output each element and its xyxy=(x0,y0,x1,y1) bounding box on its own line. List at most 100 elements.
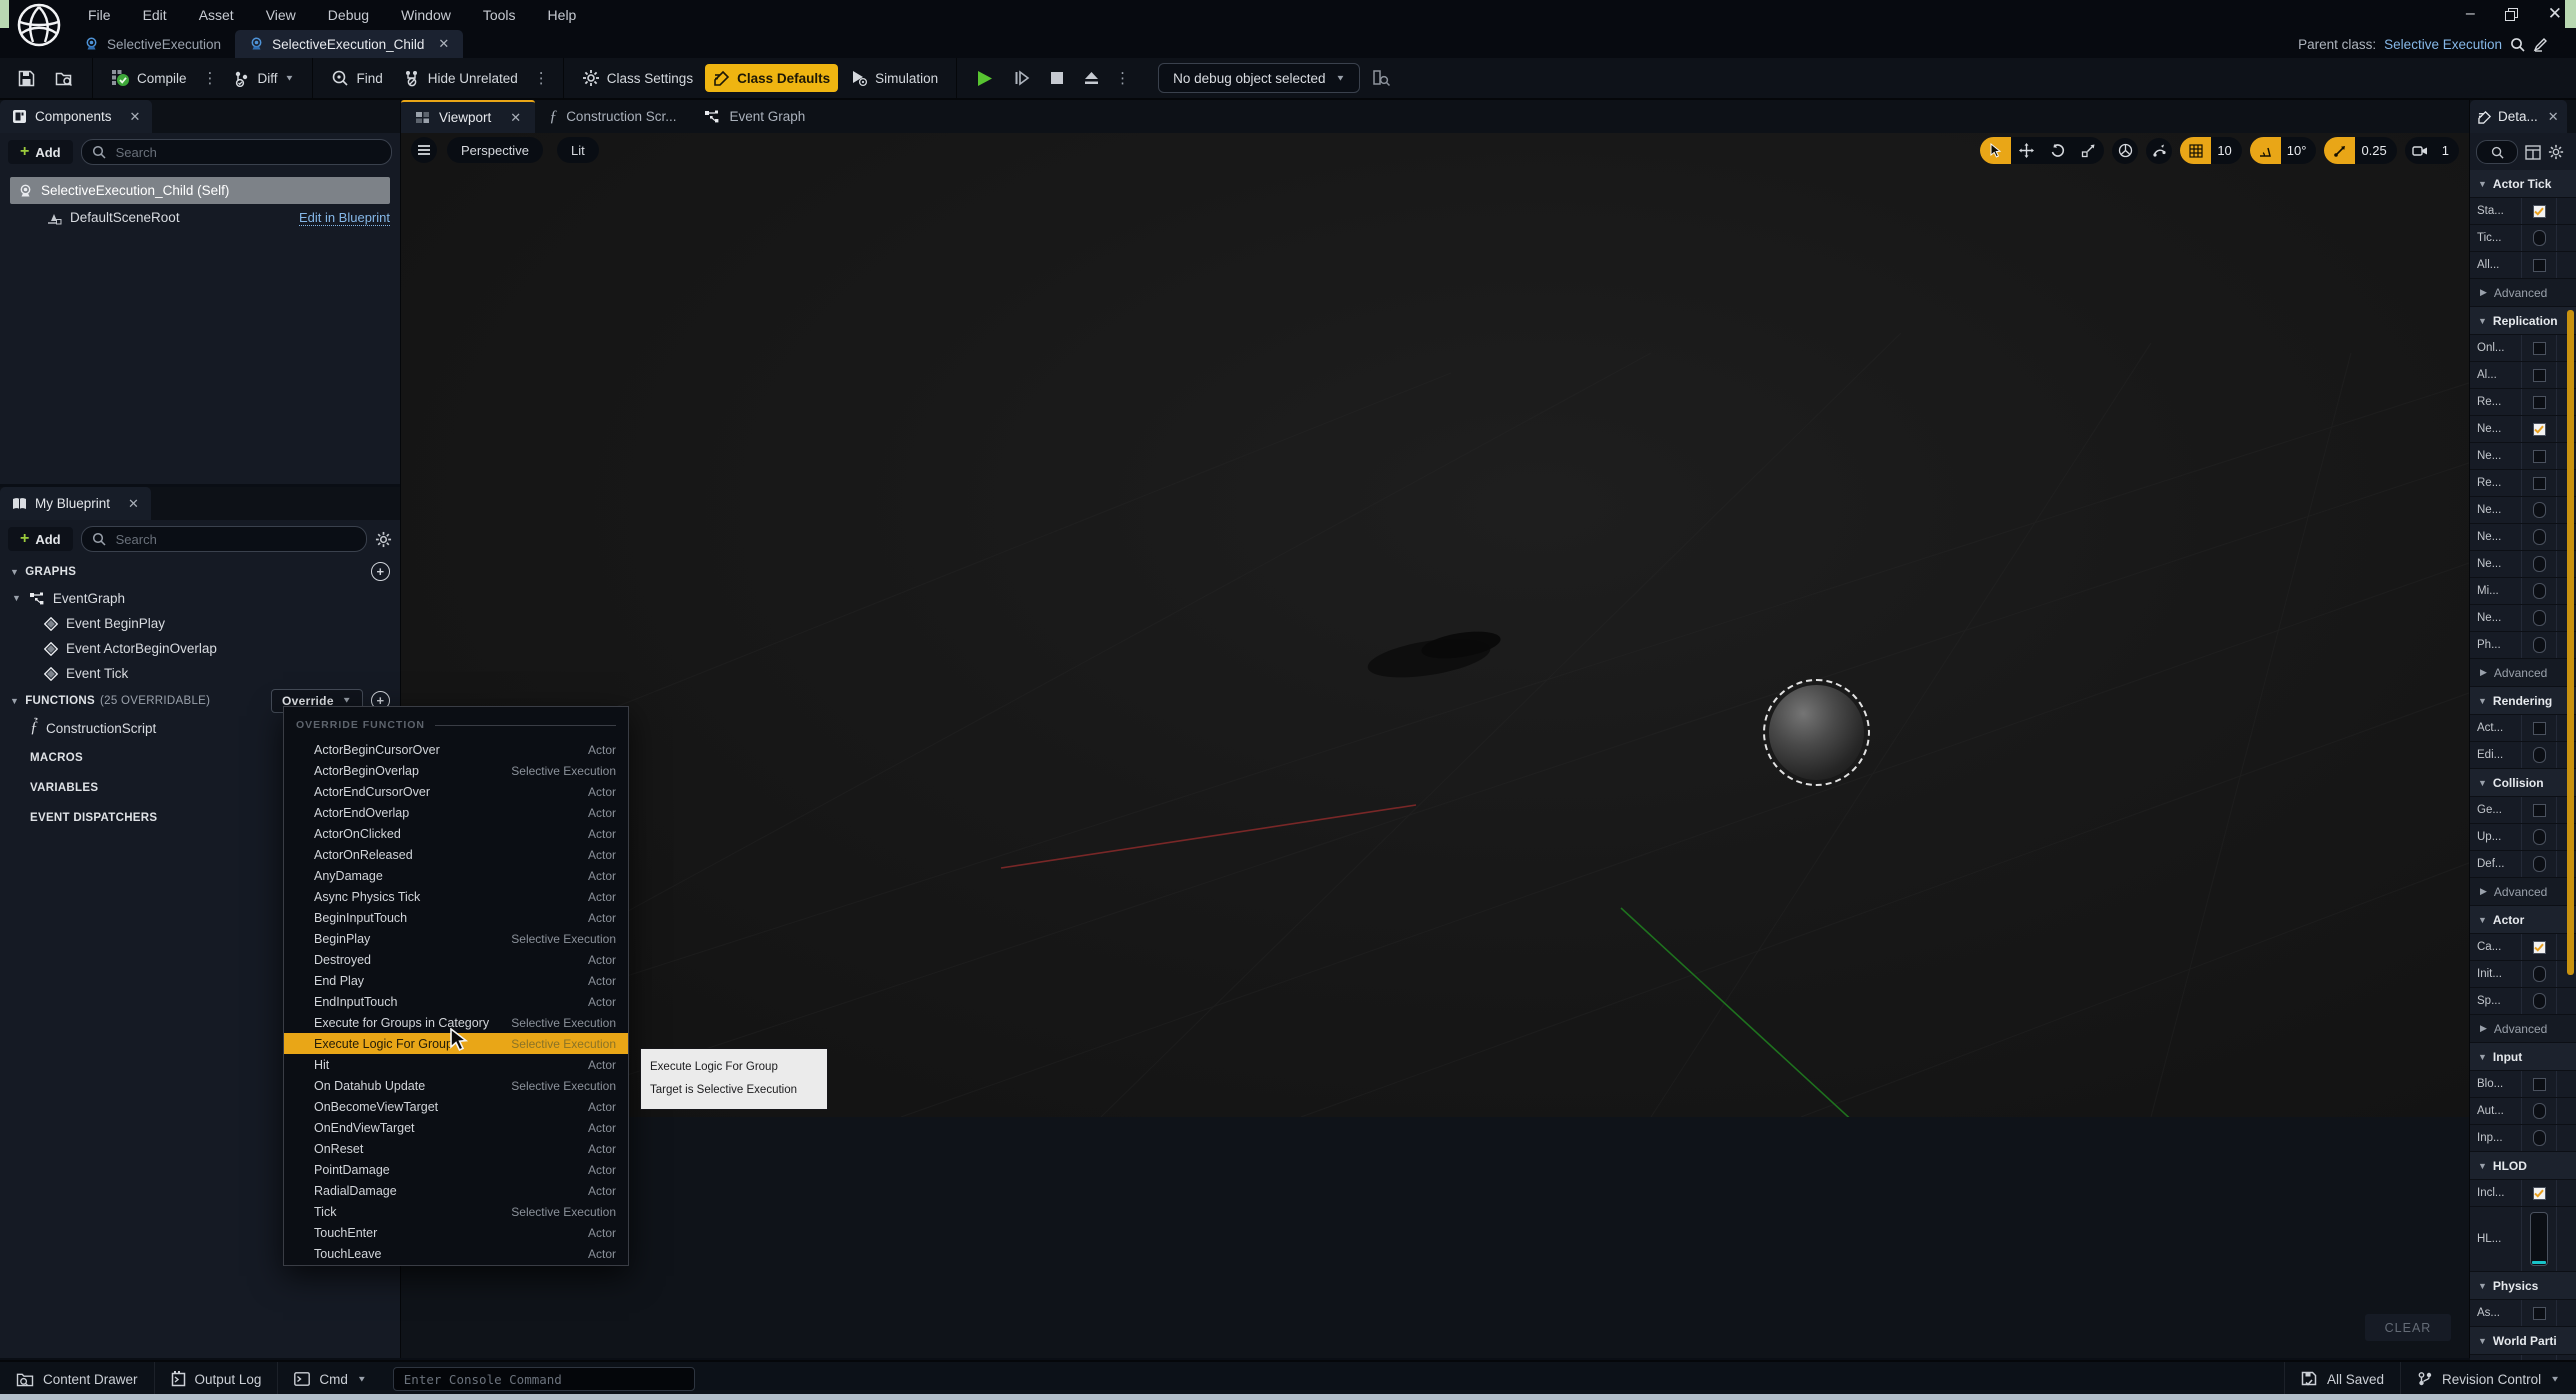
advanced-expander[interactable]: ▶Advanced xyxy=(2470,279,2576,307)
menu-asset[interactable]: Asset xyxy=(187,3,246,27)
camera-speed-value[interactable]: 1 xyxy=(2436,143,2459,158)
components-search-input[interactable] xyxy=(114,144,381,161)
checkbox[interactable] xyxy=(2533,396,2546,409)
components-search[interactable] xyxy=(81,139,392,165)
override-menu-item[interactable]: AnyDamageActor xyxy=(284,865,628,886)
value-field[interactable] xyxy=(2533,747,2546,763)
rotation-snap-button[interactable] xyxy=(2250,137,2281,164)
move-tool-button[interactable] xyxy=(2011,137,2042,164)
close-icon[interactable]: ✕ xyxy=(128,496,139,512)
stop-button[interactable] xyxy=(1042,64,1072,92)
override-menu-item[interactable]: OnEndViewTargetActor xyxy=(284,1117,628,1138)
checkbox[interactable] xyxy=(2533,259,2546,272)
override-menu-item[interactable]: HitActor xyxy=(284,1054,628,1075)
override-menu-item[interactable]: ActorOnClickedActor xyxy=(284,823,628,844)
override-menu-item[interactable]: ActorEndOverlapActor xyxy=(284,802,628,823)
compile-button[interactable]: Compile xyxy=(103,64,195,92)
my-blueprint-tab[interactable]: My Blueprint ✕ xyxy=(0,487,151,520)
checkbox-checked[interactable] xyxy=(2533,941,2546,954)
override-menu-item[interactable]: Async Physics TickActor xyxy=(284,886,628,907)
rotation-snap-value[interactable]: 10° xyxy=(2281,143,2317,158)
all-saved-button[interactable]: All Saved xyxy=(2284,1362,2401,1396)
asset-tab-selectiveexecution_child[interactable]: SelectiveExecution_Child✕ xyxy=(235,30,463,58)
checkbox[interactable] xyxy=(2533,1078,2546,1091)
restore-button[interactable] xyxy=(2505,8,2518,21)
checkbox-checked[interactable] xyxy=(2533,205,2546,218)
checkbox[interactable] xyxy=(2533,477,2546,490)
edit-in-blueprint-link[interactable]: Edit in Blueprint xyxy=(299,210,390,226)
close-icon[interactable]: ✕ xyxy=(510,110,521,126)
details-scrollbar[interactable] xyxy=(2567,310,2574,975)
menu-debug[interactable]: Debug xyxy=(316,3,381,27)
tab-viewport[interactable]: Viewport✕ xyxy=(401,100,535,133)
scale-tool-button[interactable] xyxy=(2073,137,2104,164)
components-tab[interactable]: Components ✕ xyxy=(0,100,152,133)
value-field[interactable] xyxy=(2533,529,2546,545)
checkbox-checked[interactable] xyxy=(2533,423,2546,436)
step-button[interactable] xyxy=(1006,64,1038,92)
checkbox[interactable] xyxy=(2533,1307,2546,1320)
component-root-row[interactable]: SelectiveExecution_Child (Self) xyxy=(10,177,390,204)
value-field[interactable] xyxy=(2533,637,2546,653)
menu-tools[interactable]: Tools xyxy=(471,3,528,27)
play-button[interactable] xyxy=(967,64,1002,92)
override-menu-item[interactable]: TouchLeaveActor xyxy=(284,1243,628,1264)
value-field[interactable] xyxy=(2533,502,2546,518)
event-row-event-actorbeginoverlap[interactable]: Event ActorBeginOverlap xyxy=(0,636,400,661)
eject-button[interactable] xyxy=(1076,64,1107,92)
tab-event-graph[interactable]: Event Graph xyxy=(690,100,819,133)
override-menu-item[interactable]: BeginPlaySelective Execution xyxy=(284,928,628,949)
section-header-replication[interactable]: ▼Replication xyxy=(2470,307,2576,335)
my-blueprint-search[interactable] xyxy=(81,526,367,552)
asset-reference-field[interactable] xyxy=(2530,1212,2548,1266)
value-field[interactable] xyxy=(2533,1130,2546,1146)
value-field[interactable] xyxy=(2533,966,2546,982)
hide-unrelated-button[interactable]: Hide Unrelated xyxy=(395,64,526,92)
override-menu-item[interactable]: TouchEnterActor xyxy=(284,1222,628,1243)
checkbox[interactable] xyxy=(2533,369,2546,382)
camera-speed-button[interactable] xyxy=(2405,137,2436,164)
advanced-expander[interactable]: ▶Advanced xyxy=(2470,1015,2576,1043)
details-tab[interactable]: Deta... ✕ xyxy=(2470,100,2567,133)
override-menu-item[interactable]: DestroyedActor xyxy=(284,949,628,970)
value-field[interactable] xyxy=(2533,1103,2546,1119)
checkbox[interactable] xyxy=(2533,722,2546,735)
component-child-row[interactable]: DefaultSceneRoot Edit in Blueprint xyxy=(0,204,400,231)
menu-view[interactable]: View xyxy=(254,3,308,27)
add-blueprint-item-button[interactable]: + Add xyxy=(8,527,73,551)
event-graph-row[interactable]: ▼ EventGraph xyxy=(0,585,400,611)
cmd-dropdown[interactable]: Cmd ▼ xyxy=(278,1362,382,1396)
scale-snap-value[interactable]: 0.25 xyxy=(2355,143,2396,158)
checkbox-checked[interactable] xyxy=(2533,1187,2546,1200)
scale-snap-button[interactable] xyxy=(2324,137,2355,164)
section-header-rendering[interactable]: ▼Rendering xyxy=(2470,687,2576,715)
rotate-tool-button[interactable] xyxy=(2042,137,2073,164)
override-menu-item[interactable]: OnResetActor xyxy=(284,1138,628,1159)
graphs-section-header[interactable]: ▼ GRAPHS + xyxy=(0,558,400,585)
class-defaults-button[interactable]: Class Defaults xyxy=(705,64,838,92)
viewport-canvas[interactable]: Perspective Lit xyxy=(401,133,2469,1117)
override-menu-item[interactable]: RadialDamageActor xyxy=(284,1180,628,1201)
override-menu-item[interactable]: BeginInputTouchActor xyxy=(284,907,628,928)
close-icon[interactable]: ✕ xyxy=(130,109,141,125)
menu-file[interactable]: File xyxy=(76,3,123,27)
advanced-expander[interactable]: ▶Advanced xyxy=(2470,659,2576,687)
coordinate-system-button[interactable] xyxy=(2112,138,2138,164)
override-menu-item[interactable]: OnBecomeViewTargetActor xyxy=(284,1096,628,1117)
override-menu-item[interactable]: End PlayActor xyxy=(284,970,628,991)
override-menu-item[interactable]: ActorBeginOverlapSelective Execution xyxy=(284,760,628,781)
close-icon[interactable]: ✕ xyxy=(438,36,449,52)
event-row-event-beginplay[interactable]: Event BeginPlay xyxy=(0,611,400,636)
value-field[interactable] xyxy=(2533,993,2546,1009)
details-settings-gear-icon[interactable] xyxy=(2548,144,2564,160)
save-button[interactable] xyxy=(10,64,43,92)
class-settings-button[interactable]: Class Settings xyxy=(574,64,701,92)
section-header-actor[interactable]: ▼Actor xyxy=(2470,906,2576,934)
perspective-dropdown[interactable]: Perspective xyxy=(447,137,543,163)
override-menu-item[interactable]: TickSelective Execution xyxy=(284,1201,628,1222)
menu-window[interactable]: Window xyxy=(389,3,463,27)
close-icon[interactable]: ✕ xyxy=(2548,109,2559,125)
grid-snap-button[interactable] xyxy=(2180,137,2211,164)
diff-button[interactable]: Diff ▼ xyxy=(226,64,303,92)
edit-parent-icon[interactable] xyxy=(2533,37,2548,52)
